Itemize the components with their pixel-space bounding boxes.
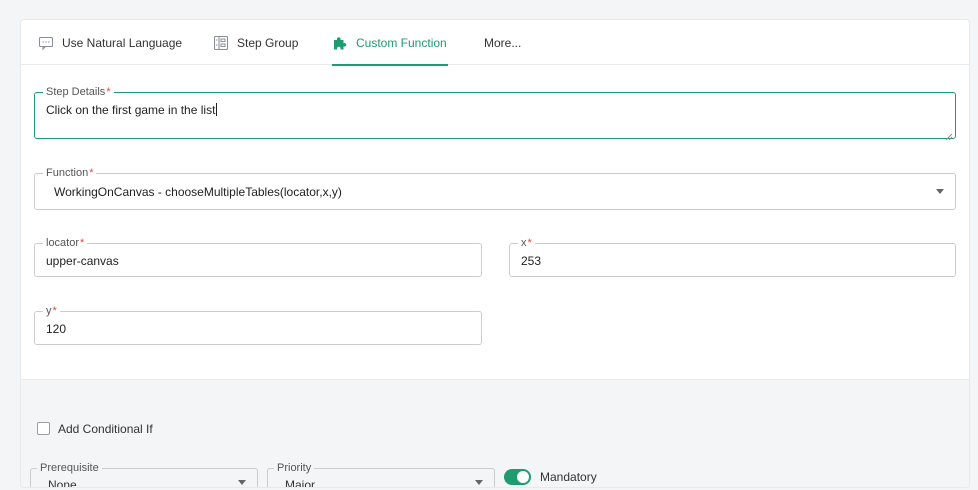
tab-label: Use Natural Language: [62, 35, 183, 50]
step-details-label: Step Details*: [43, 85, 114, 99]
x-label: x*: [518, 236, 535, 250]
function-label: Function*: [43, 166, 97, 180]
chat-icon: [38, 35, 54, 51]
tab-bar: Use Natural Language Step Group Custom F…: [21, 20, 969, 66]
puzzle-icon: [332, 35, 348, 51]
step-group-icon: [213, 35, 229, 51]
conditional-if-checkbox[interactable]: [37, 422, 50, 435]
locator-label: locator*: [43, 236, 88, 250]
tab-more[interactable]: More...: [484, 20, 521, 65]
chevron-down-icon: [936, 189, 944, 194]
mandatory-toggle[interactable]: [504, 469, 531, 485]
function-select[interactable]: Function* WorkingOnCanvas - chooseMultip…: [34, 166, 956, 210]
chevron-down-icon: [238, 480, 246, 485]
step-details-field[interactable]: Step Details* Click on the first game in…: [34, 85, 956, 141]
y-field[interactable]: y* 120: [34, 304, 482, 345]
tab-label: Custom Function: [356, 35, 447, 50]
locator-field[interactable]: locator* upper-canvas: [34, 236, 482, 277]
function-value: WorkingOnCanvas - chooseMultipleTables(l…: [54, 185, 342, 199]
step-editor-card: Use Natural Language Step Group Custom F…: [20, 19, 970, 488]
tab-step-group[interactable]: Step Group: [213, 20, 298, 65]
tab-label: Step Group: [237, 35, 299, 50]
prerequisite-value: None: [48, 478, 77, 488]
prerequisite-select[interactable]: Prerequisite None: [30, 462, 258, 488]
chevron-down-icon: [475, 480, 483, 485]
x-value: 253: [521, 254, 542, 268]
locator-value: upper-canvas: [46, 254, 119, 268]
priority-label: Priority: [274, 462, 315, 474]
step-options-footer: Add Conditional If Prerequisite None Pri…: [21, 379, 969, 488]
tab-label: More...: [484, 35, 522, 50]
y-value: 120: [46, 322, 67, 336]
priority-select[interactable]: Priority Major: [267, 462, 495, 488]
resize-handle-icon[interactable]: [945, 128, 953, 141]
prerequisite-label: Prerequisite: [37, 462, 102, 474]
y-label: y*: [43, 304, 60, 318]
mandatory-label: Mandatory: [540, 470, 597, 484]
tab-use-natural-language[interactable]: Use Natural Language: [38, 20, 182, 65]
toggle-knob: [517, 471, 529, 483]
step-details-value: Click on the first game in the list: [46, 103, 218, 117]
x-field[interactable]: x* 253: [509, 236, 956, 277]
tab-custom-function[interactable]: Custom Function: [332, 20, 448, 66]
conditional-if-label: Add Conditional If: [58, 422, 153, 436]
priority-value: Major: [285, 478, 316, 488]
